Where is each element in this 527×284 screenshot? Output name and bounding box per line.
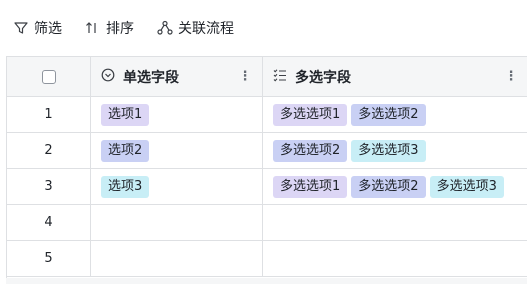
- multi-select-cell[interactable]: [263, 241, 527, 276]
- single-select-cell[interactable]: 选项3: [91, 169, 263, 204]
- data-table: 单选字段 ⋮ 多选字段 ⋮ 1 选项1 多选选项1 多选选项2 2 选项2 多选…: [6, 56, 527, 280]
- select-all-checkbox[interactable]: [41, 69, 56, 84]
- multi-select-cell[interactable]: 多选选项1 多选选项2 多选选项3: [263, 169, 527, 204]
- sort-label: 排序: [106, 21, 134, 37]
- row-number: 3: [44, 179, 53, 194]
- table-row[interactable]: 4: [7, 205, 527, 241]
- row-index-cell: 4: [7, 205, 91, 240]
- app-frame: 筛选 排序 关联流程 单选字段 ⋮ 多选字段 ⋮ 1 选项1 多选选项1 多选选…: [0, 0, 527, 284]
- table-footer-strip: [6, 278, 527, 284]
- row-index-cell: 5: [7, 241, 91, 276]
- row-index-cell: 1: [7, 97, 91, 132]
- column-label-single: 单选字段: [123, 69, 179, 86]
- option-tag: 选项1: [101, 103, 150, 126]
- option-tag: 多选选项1: [273, 103, 348, 126]
- table-row[interactable]: 1 选项1 多选选项1 多选选项2: [7, 97, 527, 133]
- sort-icon: [84, 19, 102, 37]
- row-number: 2: [44, 143, 53, 158]
- option-tag: 多选选项1: [273, 175, 348, 198]
- flow-button[interactable]: 关联流程: [156, 16, 234, 40]
- row-number: 4: [44, 215, 53, 230]
- option-tag: 多选选项3: [351, 139, 426, 162]
- single-select-cell[interactable]: [91, 241, 263, 276]
- sort-button[interactable]: 排序: [84, 16, 134, 40]
- row-index-cell: 3: [7, 169, 91, 204]
- table-row[interactable]: 3 选项3 多选选项1 多选选项2 多选选项3: [7, 169, 527, 205]
- option-tag: 多选选项2: [351, 103, 426, 126]
- flow-icon: [156, 19, 174, 37]
- single-select-cell[interactable]: 选项1: [91, 97, 263, 132]
- row-number: 1: [44, 107, 53, 122]
- option-tag: 多选选项2: [273, 139, 348, 162]
- single-select-cell[interactable]: 选项2: [91, 133, 263, 168]
- option-tag: 选项2: [101, 139, 150, 162]
- row-index-cell: 2: [7, 133, 91, 168]
- row-number: 5: [44, 251, 53, 266]
- multi-select-cell[interactable]: 多选选项2 多选选项3: [263, 133, 527, 168]
- filter-icon: [12, 19, 30, 37]
- flow-label: 关联流程: [178, 21, 234, 37]
- option-tag: 选项3: [101, 175, 150, 198]
- column-label-multi: 多选字段: [295, 69, 351, 86]
- column-menu-multi-icon[interactable]: ⋮: [504, 70, 518, 83]
- option-tag: 多选选项2: [351, 175, 426, 198]
- table-row[interactable]: 5: [7, 241, 527, 277]
- table-row[interactable]: 2 选项2 多选选项2 多选选项3: [7, 133, 527, 169]
- column-header-single[interactable]: 单选字段 ⋮: [91, 57, 263, 96]
- filter-button[interactable]: 筛选: [12, 16, 62, 40]
- option-tag: 多选选项3: [429, 175, 504, 198]
- single-select-icon: [101, 68, 115, 86]
- column-header-multi[interactable]: 多选字段 ⋮: [263, 57, 527, 96]
- toolbar: 筛选 排序 关联流程: [0, 0, 527, 56]
- multi-select-cell[interactable]: [263, 205, 527, 240]
- select-all-cell: [7, 57, 91, 96]
- table-header-row: 单选字段 ⋮ 多选字段 ⋮: [7, 57, 527, 97]
- multi-select-cell[interactable]: 多选选项1 多选选项2: [263, 97, 527, 132]
- single-select-cell[interactable]: [91, 205, 263, 240]
- column-menu-single-icon[interactable]: ⋮: [238, 70, 252, 83]
- multi-select-icon: [273, 68, 287, 86]
- filter-label: 筛选: [34, 21, 62, 37]
